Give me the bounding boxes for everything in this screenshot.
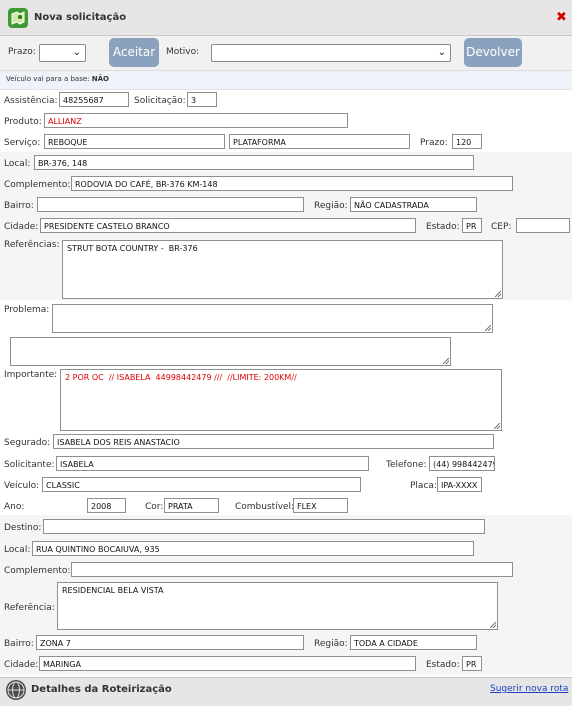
referencia-label: Referência: [4,603,55,613]
resize-grip-icon[interactable] [490,622,496,628]
return-button[interactable]: Devolver [464,38,522,67]
cidade-field[interactable]: PRESIDENTE CASTELO BRANCO [40,218,416,233]
cep-label: CEP: [491,222,512,232]
servico-tipo-field[interactable]: PLATAFORMA [229,134,410,149]
window-title: Nova solicitação [34,12,127,23]
solicitacao-field[interactable]: 3 [187,92,217,107]
dest-local-field[interactable]: RUA QUINTINO BOCAIUVA, 935 [32,541,474,556]
info-text: Veículo vai para a base: NÃO [6,75,109,83]
info-value: NÃO [91,75,109,83]
dest-bairro-field[interactable]: ZONA 7 [36,635,304,650]
routing-title: Detalhes da Roteirização [31,684,172,695]
chevron-down-icon: ⌄ [72,47,81,58]
referencias-text: STRUT BOTA COUNTRY - BR-376 [67,244,198,253]
resize-grip-icon[interactable] [495,291,501,297]
placa-field[interactable]: IPA-XXXX [437,477,482,492]
motivo-label: Motivo: [166,47,200,57]
dest-local-label: Local: [4,545,31,555]
destino-label: Destino: [4,523,42,533]
produto-field[interactable]: ALLIANZ [44,113,348,128]
placa-label: Placa: [410,481,437,491]
chevron-down-icon: ⌄ [437,47,446,58]
dest-cidade-label: Cidade: [4,660,39,670]
estado-field[interactable]: PR [462,218,482,233]
ano-field[interactable]: 2008 [87,498,126,513]
veiculo-label: Veículo: [4,481,40,491]
local-field[interactable]: BR-376, 148 [34,155,474,170]
telefone-field[interactable]: (44) 998442479 [429,456,495,471]
motivo-select[interactable]: ⌄ [211,44,451,62]
dest-complemento-label: Complemento: [4,566,71,576]
prazo-field[interactable]: 120 [452,134,482,149]
complemento-field[interactable]: RODOVIA DO CAFÉ, BR-376 KM-148 [71,176,513,191]
estado-label: Estado: [426,222,460,232]
veiculo-field[interactable]: CLASSIC [42,477,361,492]
dest-complemento-field[interactable] [71,562,513,577]
prazo-label: Prazo: [8,47,36,57]
problema-extra-textarea[interactable] [10,337,451,366]
regiao-label: Região: [314,201,348,211]
info-label: Veículo vai para a base: [6,75,90,83]
accept-button[interactable]: Aceitar [109,38,159,67]
cor-label: Cor: [145,502,164,512]
problema-label: Problema: [4,305,50,315]
problema-textarea[interactable] [52,304,493,333]
ano-label: Ano: [4,502,25,512]
produto-label: Produto: [4,117,42,127]
prazo-select[interactable]: ⌄ [39,44,86,62]
dest-estado-field[interactable]: PR [462,656,482,671]
destino-field[interactable] [43,519,485,534]
regiao-field[interactable]: NÃO CADASTRADA [350,197,477,212]
complemento-label: Complemento: [4,180,71,190]
referencia-text: RESIDENCIAL BELA VISTA [62,586,164,595]
servico-field[interactable]: REBOQUE [44,134,225,149]
dest-regiao-field[interactable]: TODA A CIDADE [350,635,477,650]
cep-field[interactable] [516,218,570,233]
bairro-field[interactable] [37,197,304,212]
solicitante-label: Solicitante: [4,460,55,470]
resize-grip-icon[interactable] [443,358,449,364]
segurado-field[interactable]: ISABELA DOS REIS ANASTACIO [53,434,494,449]
close-icon[interactable]: ✖ [556,10,567,25]
assistencia-field[interactable]: 48255687 [59,92,129,107]
map-icon [8,8,28,28]
dest-bairro-label: Bairro: [4,639,34,649]
assistencia-label: Assistência: [4,96,58,106]
suggest-route-link[interactable]: Sugerir nova rota [490,684,568,694]
bairro-label: Bairro: [4,201,34,211]
importante-label: Importante: [4,370,58,380]
cidade-label: Cidade: [4,222,39,232]
telefone-label: Telefone: [386,460,427,470]
combustivel-field[interactable]: FLEX [293,498,348,513]
globe-icon [6,680,26,700]
cor-field[interactable]: PRATA [164,498,219,513]
servico-label: Serviço: [4,138,41,148]
dest-estado-label: Estado: [426,660,460,670]
combustivel-label: Combustível: [235,502,295,512]
local-label: Local: [4,159,31,169]
referencia-textarea[interactable]: RESIDENCIAL BELA VISTA [57,582,498,630]
referencias-label: Referências: [4,240,60,250]
resize-grip-icon[interactable] [494,423,500,429]
resize-grip-icon[interactable] [485,325,491,331]
solicitacao-label: Solicitação: [134,96,186,106]
importante-textarea[interactable]: 2 POR OC // ISABELA 44998442479 /// //LI… [60,369,502,431]
solicitante-field[interactable]: ISABELA [56,456,369,471]
dest-cidade-field[interactable]: MARINGA [39,656,416,671]
referencias-textarea[interactable]: STRUT BOTA COUNTRY - BR-376 [62,240,503,299]
prazo-field-label: Prazo: [420,138,448,148]
importante-text: 2 POR OC // ISABELA 44998442479 /// //LI… [65,373,297,382]
dest-regiao-label: Região: [314,639,348,649]
segurado-label: Segurado: [4,438,51,448]
